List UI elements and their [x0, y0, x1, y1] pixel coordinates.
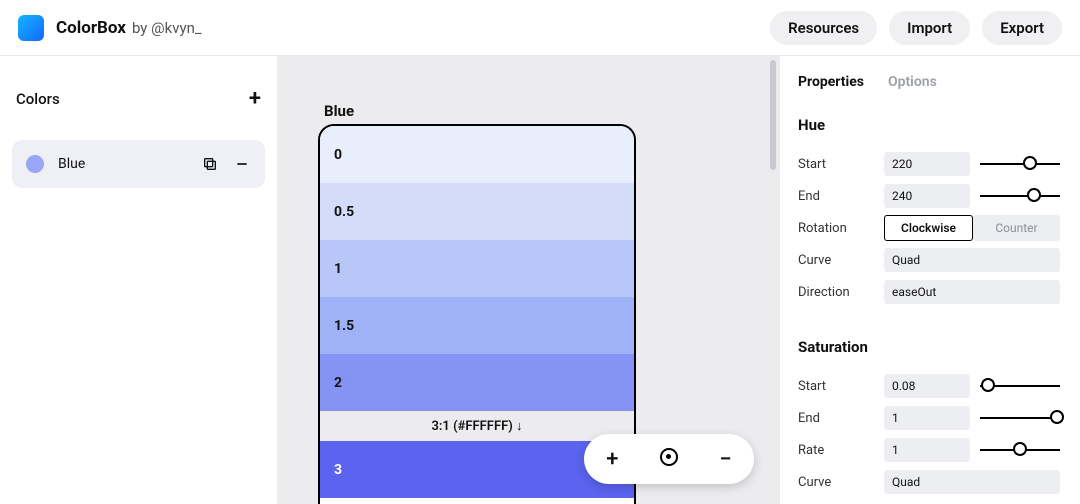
hue-start-slider[interactable]: [980, 152, 1060, 176]
hue-start-label: Start: [798, 157, 884, 172]
color-item-blue[interactable]: Blue: [12, 140, 265, 188]
hue-curve-label: Curve: [798, 253, 884, 268]
sat-curve-label: Curve: [798, 475, 884, 490]
remove-icon[interactable]: [233, 155, 251, 173]
hue-end-input[interactable]: 240: [884, 184, 970, 208]
add-color-button[interactable]: +: [249, 88, 261, 110]
sidebar-title: Colors: [16, 90, 60, 108]
rotation-cw-button[interactable]: Clockwise: [884, 215, 973, 241]
tab-options[interactable]: Options: [888, 74, 937, 90]
sat-rate-input[interactable]: 1: [884, 438, 970, 462]
hue-section-title: Hue: [798, 116, 1060, 134]
palette-step[interactable]: 0.5: [320, 183, 634, 240]
sat-end-input[interactable]: 1: [884, 406, 970, 430]
sat-rate-label: Rate: [798, 443, 884, 458]
app-logo: [18, 15, 44, 41]
duplicate-icon[interactable]: [201, 155, 219, 173]
hue-direction-label: Direction: [798, 285, 884, 300]
palette-step[interactable]: 1.5: [320, 297, 634, 354]
color-item-label: Blue: [58, 156, 187, 172]
zoom-out-button[interactable]: −: [706, 447, 746, 472]
contrast-divider: 3:1 (#FFFFFF) ↓: [320, 411, 634, 441]
target-icon: [660, 448, 678, 466]
zoom-reset-button[interactable]: [649, 447, 689, 472]
hue-start-input[interactable]: 220: [884, 152, 970, 176]
palette-step[interactable]: 1: [320, 240, 634, 297]
app-author: by @kvyn_: [132, 19, 202, 37]
sat-start-slider[interactable]: [980, 374, 1060, 398]
resources-button[interactable]: Resources: [770, 11, 877, 45]
canvas[interactable]: Blue 0 0.5 1 1.5 2 3:1 (#FFFFFF) ↓ 3 + −: [278, 56, 780, 504]
import-button[interactable]: Import: [889, 11, 970, 45]
app-header: ColorBox by @kvyn_ Resources Import Expo…: [0, 0, 1080, 56]
sat-end-label: End: [798, 411, 884, 426]
sat-curve-select[interactable]: Quad: [884, 470, 1060, 494]
sat-start-input[interactable]: 0.08: [884, 374, 970, 398]
hue-end-slider[interactable]: [980, 184, 1060, 208]
zoom-controls: + −: [584, 434, 754, 484]
palette-step[interactable]: 0: [320, 126, 634, 183]
rotation-ccw-button[interactable]: Counter: [973, 215, 1060, 241]
hue-end-label: End: [798, 189, 884, 204]
app-title: ColorBox: [56, 18, 126, 38]
hue-rotation-label: Rotation: [798, 221, 884, 236]
hue-curve-select[interactable]: Quad: [884, 248, 1060, 272]
sat-start-label: Start: [798, 379, 884, 394]
scrollbar[interactable]: [770, 60, 776, 170]
sat-section-title: Saturation: [798, 338, 1060, 356]
palette-step[interactable]: 2: [320, 354, 634, 411]
sat-rate-slider[interactable]: [980, 438, 1060, 462]
export-button[interactable]: Export: [982, 11, 1062, 45]
zoom-in-button[interactable]: +: [592, 447, 632, 472]
properties-panel: Properties Options Hue Start 220 End 240…: [780, 56, 1080, 504]
tab-properties[interactable]: Properties: [798, 74, 864, 90]
palette-title: Blue: [324, 102, 354, 120]
color-swatch-icon: [26, 155, 44, 173]
sidebar: Colors + Blue: [0, 56, 278, 504]
sat-end-slider[interactable]: [980, 406, 1060, 430]
hue-direction-select[interactable]: easeOut: [884, 280, 1060, 304]
